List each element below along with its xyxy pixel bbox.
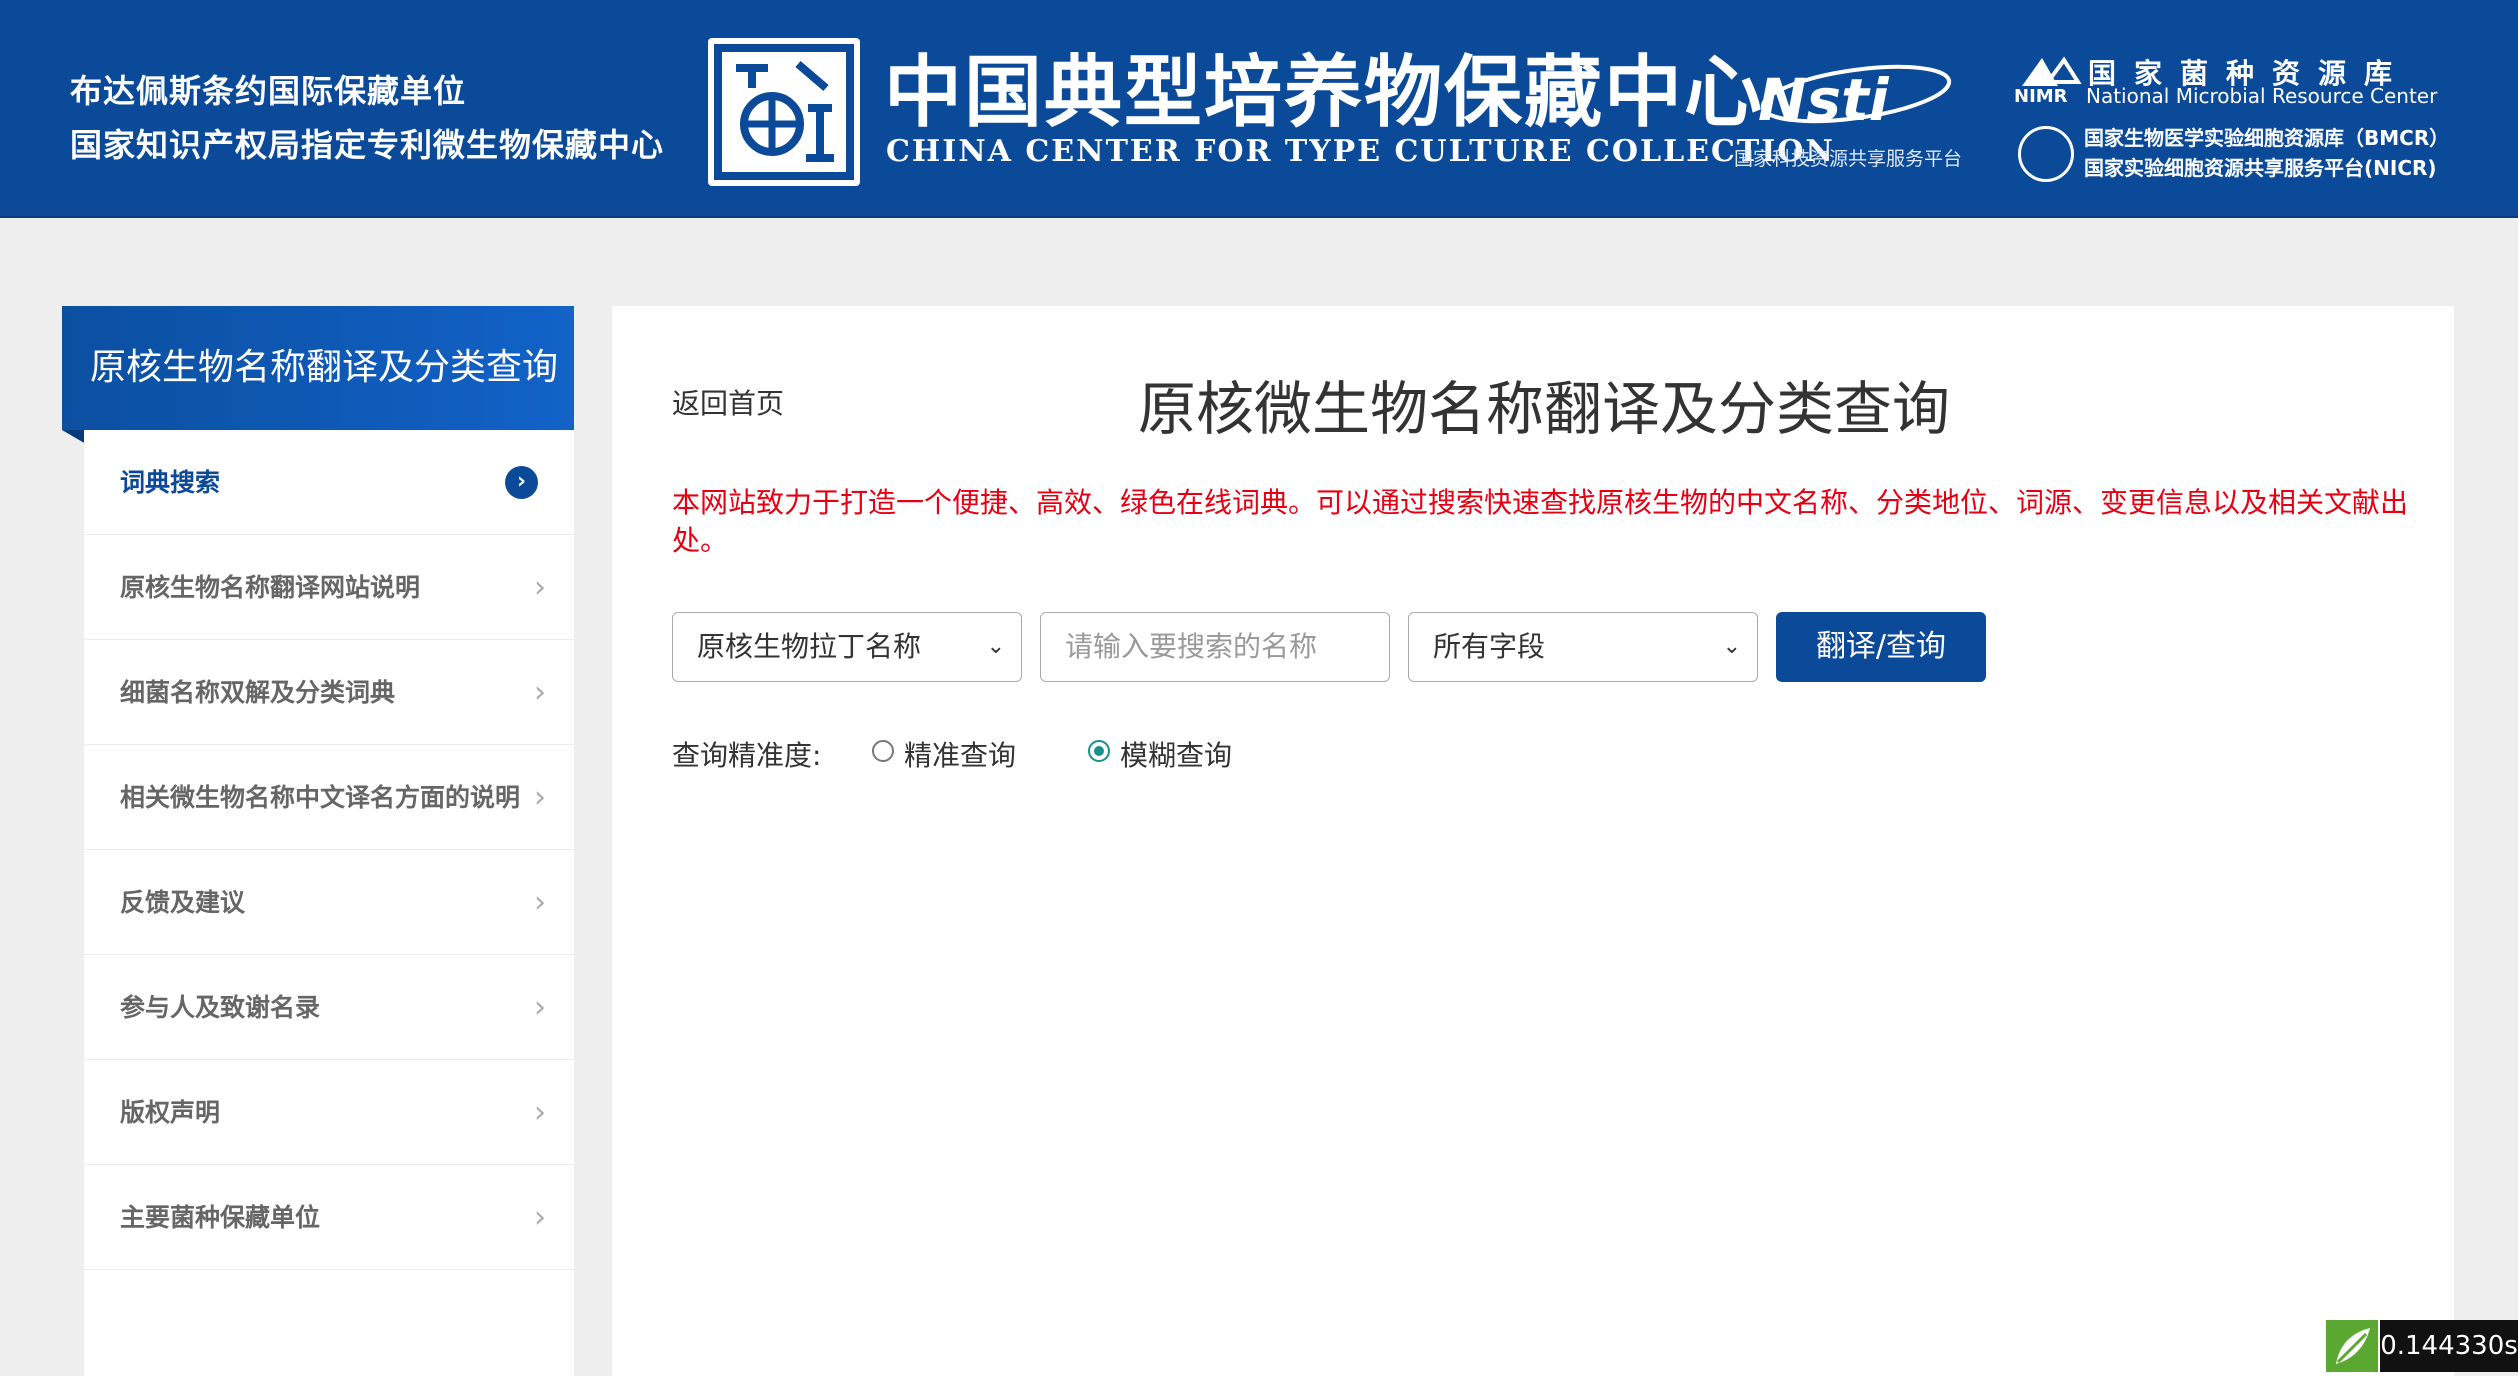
intro-notice: 本网站致力于打造一个便捷、高效、绿色在线词典。可以通过搜索快速查找原核生物的中文…: [672, 486, 2409, 557]
sidebar-item-copyright[interactable]: 版权声明 ›: [84, 1060, 574, 1165]
chevron-down-icon: ⌄: [1722, 634, 1741, 659]
patent-depository-label: 国家知识产权局指定专利微生物保藏中心: [70, 126, 665, 164]
sidebar-item-translation-notes[interactable]: 相关微生物名称中文译名方面的说明 ›: [84, 745, 574, 850]
sidebar-item-feedback[interactable]: 反馈及建议 ›: [84, 850, 574, 955]
chevron-right-icon: ›: [534, 780, 546, 815]
name-type-select[interactable]: 原核生物拉丁名称 ⌄: [672, 612, 1022, 682]
main-panel: 返回首页 原核微生物名称翻译及分类查询 本网站致力于打造一个便捷、高效、绿色在线…: [612, 306, 2454, 1376]
sidebar-item-label: 词典搜索: [120, 468, 221, 497]
cctcc-english-name: CHINA CENTER FOR TYPE CULTURE COLLECTION: [886, 134, 1835, 169]
translate-search-button[interactable]: 翻译/查询: [1776, 612, 1986, 682]
sidebar-item-label: 版权声明: [120, 1098, 221, 1127]
page-title: 原核微生物名称翻译及分类查询: [1138, 375, 1951, 443]
exact-search-radio[interactable]: [872, 740, 894, 762]
sidebar-item-label: 主要菌种保藏单位: [120, 1203, 321, 1232]
bmcr-logo-icon: [2018, 126, 2074, 182]
load-time-badge: 0.144330s: [2380, 1320, 2518, 1372]
leaf-icon: [2326, 1320, 2378, 1372]
chevron-right-icon: ›: [534, 1200, 546, 1235]
sidebar-item-label: 参与人及致谢名录: [120, 993, 321, 1022]
sidebar-item-label: 反馈及建议: [120, 888, 246, 917]
name-type-select-value: 原核生物拉丁名称: [697, 630, 922, 663]
sidebar-item-label: 相关微生物名称中文译名方面的说明: [120, 783, 521, 812]
field-select-value: 所有字段: [1433, 630, 1546, 663]
cctcc-emblem-icon: [708, 38, 860, 186]
nsti-logo: Nsti: [1752, 58, 1952, 138]
chevron-right-icon: ›: [534, 570, 546, 605]
sidebar-item-dictionary-search[interactable]: 词典搜索 ›: [84, 430, 574, 535]
nmrc-english-name: National Microbial Resource Center: [2086, 84, 2438, 108]
fuzzy-search-label[interactable]: 模糊查询: [1120, 734, 1232, 774]
bmcr-label: 国家生物医学实验细胞资源库（BMCR）: [2084, 126, 2450, 150]
chevron-right-circle-icon: ›: [505, 466, 538, 499]
chevron-down-icon: ⌄: [986, 634, 1005, 659]
cctcc-chinese-name: 中国典型培养物保藏中心: [884, 48, 1765, 138]
chevron-right-icon: ›: [534, 1095, 546, 1130]
chevron-right-icon: ›: [534, 885, 546, 920]
sidebar-item-culture-collections[interactable]: 主要菌种保藏单位 ›: [84, 1165, 574, 1270]
chevron-right-icon: ›: [534, 675, 546, 710]
sidebar-title-notch: [62, 430, 86, 444]
site-header: 布达佩斯条约国际保藏单位 国家知识产权局指定专利微生物保藏中心 中国典型培养物保…: [0, 0, 2518, 218]
sidebar-item-bacteria-dictionary[interactable]: 细菌名称双解及分类词典 ›: [84, 640, 574, 745]
precision-label: 查询精准度:: [672, 739, 822, 772]
chevron-right-icon: ›: [534, 990, 546, 1025]
header-left-text: 布达佩斯条约国际保藏单位 国家知识产权局指定专利微生物保藏中心: [70, 64, 664, 172]
nsti-logo-text: Nsti: [1758, 66, 1890, 134]
sidebar-menu: 词典搜索 › 原核生物名称翻译网站说明 › 细菌名称双解及分类词典 › 相关微生…: [84, 430, 574, 1376]
back-home-link[interactable]: 返回首页: [672, 382, 784, 422]
nsti-caption: 国家科技资源共享服务平台: [1734, 148, 1963, 170]
field-select[interactable]: 所有字段 ⌄: [1408, 612, 1758, 682]
sidebar-item-acknowledgements[interactable]: 参与人及致谢名录 ›: [84, 955, 574, 1060]
fuzzy-search-radio[interactable]: [1088, 740, 1110, 762]
nicr-label: 国家实验细胞资源共享服务平台(NICR): [2084, 156, 2437, 180]
nmrc-abbr: NIMR: [2014, 86, 2068, 107]
budapest-treaty-label: 布达佩斯条约国际保藏单位: [70, 72, 467, 110]
exact-search-label[interactable]: 精准查询: [904, 734, 1016, 774]
sidebar-title: 原核生物名称翻译及分类查询: [62, 306, 574, 430]
sidebar-item-label: 原核生物名称翻译网站说明: [120, 573, 421, 602]
sidebar: 原核生物名称翻译及分类查询 词典搜索 › 原核生物名称翻译网站说明 › 细菌名称…: [62, 306, 574, 1376]
search-input[interactable]: 请输入要搜索的名称: [1040, 612, 1390, 682]
sidebar-item-site-description[interactable]: 原核生物名称翻译网站说明 ›: [84, 535, 574, 640]
sidebar-item-label: 细菌名称双解及分类词典: [120, 678, 396, 707]
